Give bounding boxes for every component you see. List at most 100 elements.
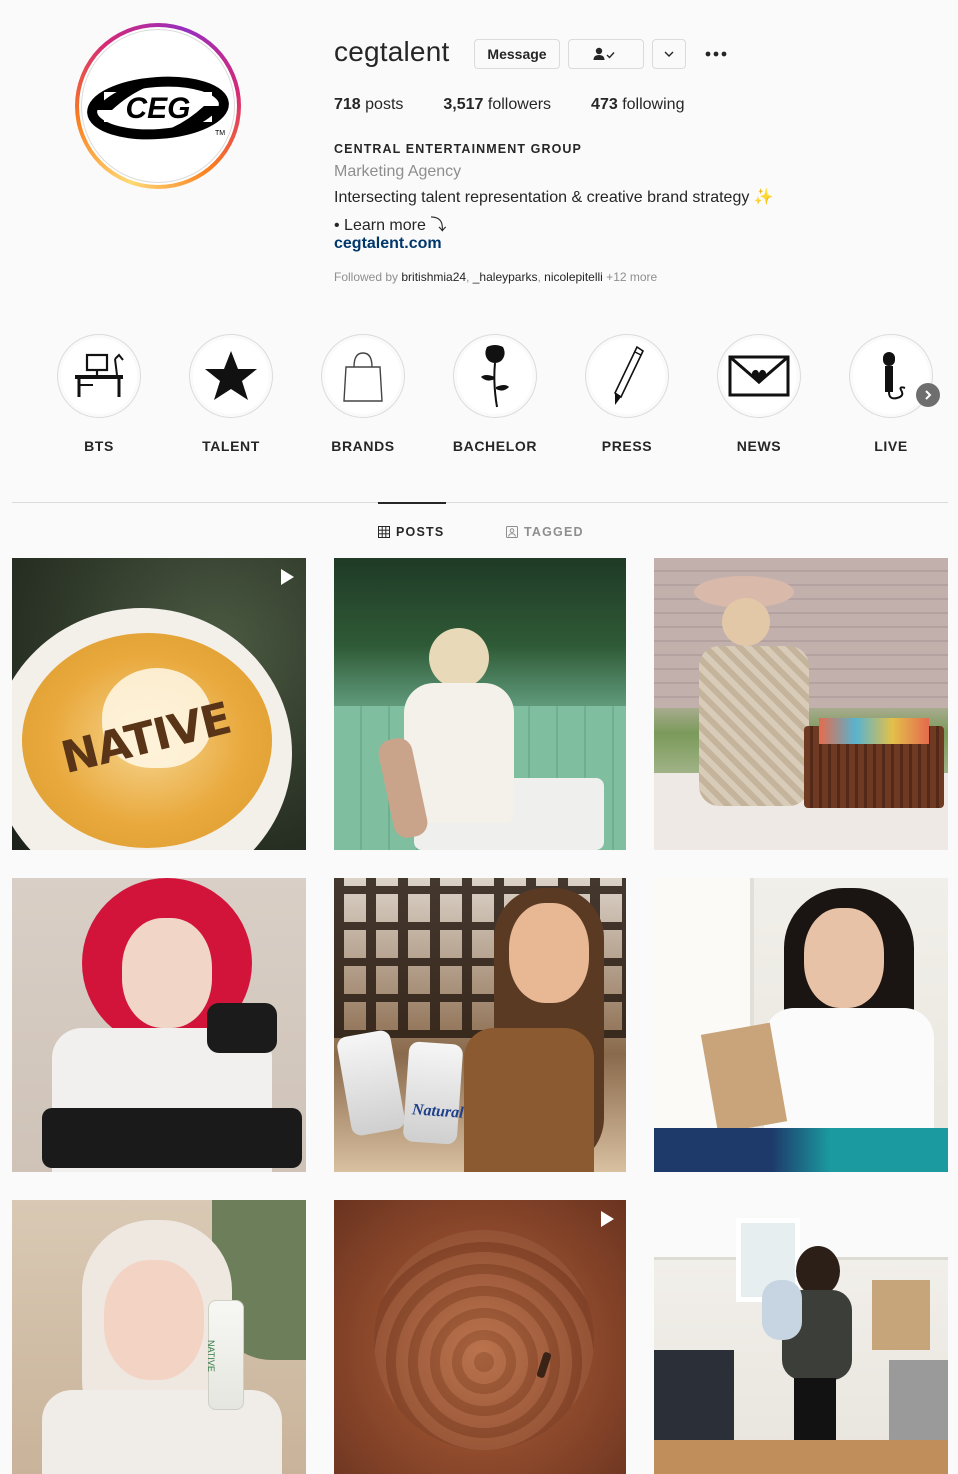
rose-icon [481,345,509,408]
post-thumbnail[interactable] [12,878,306,1172]
profile-avatar-ring[interactable]: CEG TM [75,23,241,189]
highlight-label: BACHELOR [452,438,538,454]
pencil-icon [613,345,645,405]
following-button[interactable] [568,39,644,69]
desk-icon [75,353,124,397]
full-name: CENTRAL ENTERTAINMENT GROUP [334,142,582,156]
highlight-label: BRANDS [331,438,395,454]
video-play-icon [601,1211,614,1227]
followers-count: 3,517 [443,96,484,113]
highlight-talent[interactable]: TALENT [188,334,274,454]
posts-count-stat: 718 posts [334,96,403,114]
highlight-bachelor[interactable]: BACHELOR [452,334,538,454]
website-link[interactable]: cegtalent.com [334,235,442,253]
gingham-dress [699,646,809,806]
profile-stats: 718 posts 3,517 followers 473 following [334,96,724,114]
highlight-cover [189,334,273,418]
post-overlay-text: NATIVE [206,1340,216,1372]
hair [796,1246,840,1296]
post-thumbnail[interactable] [654,558,948,850]
highlight-cover [585,334,669,418]
highlight-label: PRESS [601,438,653,454]
highlight-cover [453,334,537,418]
ceg-logo: CEG TM [87,76,229,140]
highlight-news[interactable]: NEWS [716,334,802,454]
post-thumbnail[interactable] [334,1200,626,1474]
highlights-next-button[interactable] [916,383,940,407]
followed-by[interactable]: Followed by britishmia24, _haleyparks, n… [334,270,657,284]
avatar: CEG TM [81,29,235,183]
highlight-cover [57,334,141,418]
active-tab-indicator [378,502,446,504]
envelope-heart-icon [728,355,790,397]
followed-by-user: _haleyparks [472,270,538,284]
snack-packs [819,718,929,744]
options-menu-button[interactable] [703,42,729,66]
following-stat[interactable]: 473 following [591,96,684,114]
highlight-cover [717,334,801,418]
highlight-press[interactable]: PRESS [584,334,670,454]
wood-floor [654,1440,948,1474]
post-thumbnail[interactable]: Natural [334,878,626,1172]
followed-by-user: britishmia24 [401,270,467,284]
post-thumbnail[interactable] [334,558,626,850]
following-count: 473 [591,96,618,113]
beer-can [335,1029,407,1137]
username: cegtalent [334,36,450,67]
followers-stat[interactable]: 3,517 followers [443,96,551,114]
category-label: Marketing Agency [334,163,462,180]
highlight-cover [849,334,933,418]
video-play-icon [281,569,294,585]
posts-label: posts [365,96,404,113]
grid-icon [378,526,390,538]
tagged-person-icon [506,526,518,538]
chair [654,1128,948,1172]
highlight-bts[interactable]: BTS [56,334,142,454]
face [509,903,589,1003]
face [122,918,212,1028]
posts-count: 718 [334,96,361,113]
person-check-icon [593,47,615,60]
chevron-right-icon [925,390,932,400]
shopping-bag-icon [343,352,383,402]
highlight-label: LIVE [874,438,908,454]
chevron-down-icon [664,51,674,57]
followed-by-user: nicolepitelli [544,270,603,284]
post-thumbnail[interactable] [654,878,948,1172]
tab-tagged[interactable]: TAGGED [506,525,584,539]
highlight-label: BTS [84,438,114,454]
message-button[interactable]: Message [474,39,560,69]
earbuds-case [207,1003,277,1053]
baby [762,1280,802,1340]
highlight-label: NEWS [736,438,782,454]
post-thumbnail[interactable] [654,1200,948,1474]
highlight-label: TALENT [202,438,260,454]
tab-posts-label: POSTS [396,525,445,539]
tank-top [464,1028,594,1172]
bio-line-1: Intersecting talent representation & cre… [334,189,774,206]
star-icon [205,351,257,400]
post-overlay-text: Natural [411,1101,465,1122]
tabs-divider [12,502,948,503]
bio-line-2: • Learn more ⤵ [334,217,447,234]
microphone-icon [883,352,906,400]
cardboard-box [872,1280,930,1350]
tab-posts[interactable]: POSTS [378,525,444,539]
face [804,908,884,1008]
avatar-logo-text: CEG [125,92,190,125]
post-thumbnail[interactable]: NATIVE [12,1200,306,1474]
suggested-dropdown-button[interactable] [652,39,686,69]
followed-by-more: +12 more [606,270,658,284]
beer-can [402,1041,464,1145]
canyon-texture [374,1230,594,1450]
highlight-cover [321,334,405,418]
more-options-icon [705,51,727,57]
tab-tagged-label: TAGGED [524,525,584,539]
followers-label: followers [487,96,552,113]
highlight-brands[interactable]: BRANDS [320,334,406,454]
person-head [429,628,489,688]
post-thumbnail[interactable]: NATIVE [12,558,306,850]
following-label: following [622,96,685,113]
face [104,1260,204,1380]
svg-text:TM: TM [215,130,225,137]
